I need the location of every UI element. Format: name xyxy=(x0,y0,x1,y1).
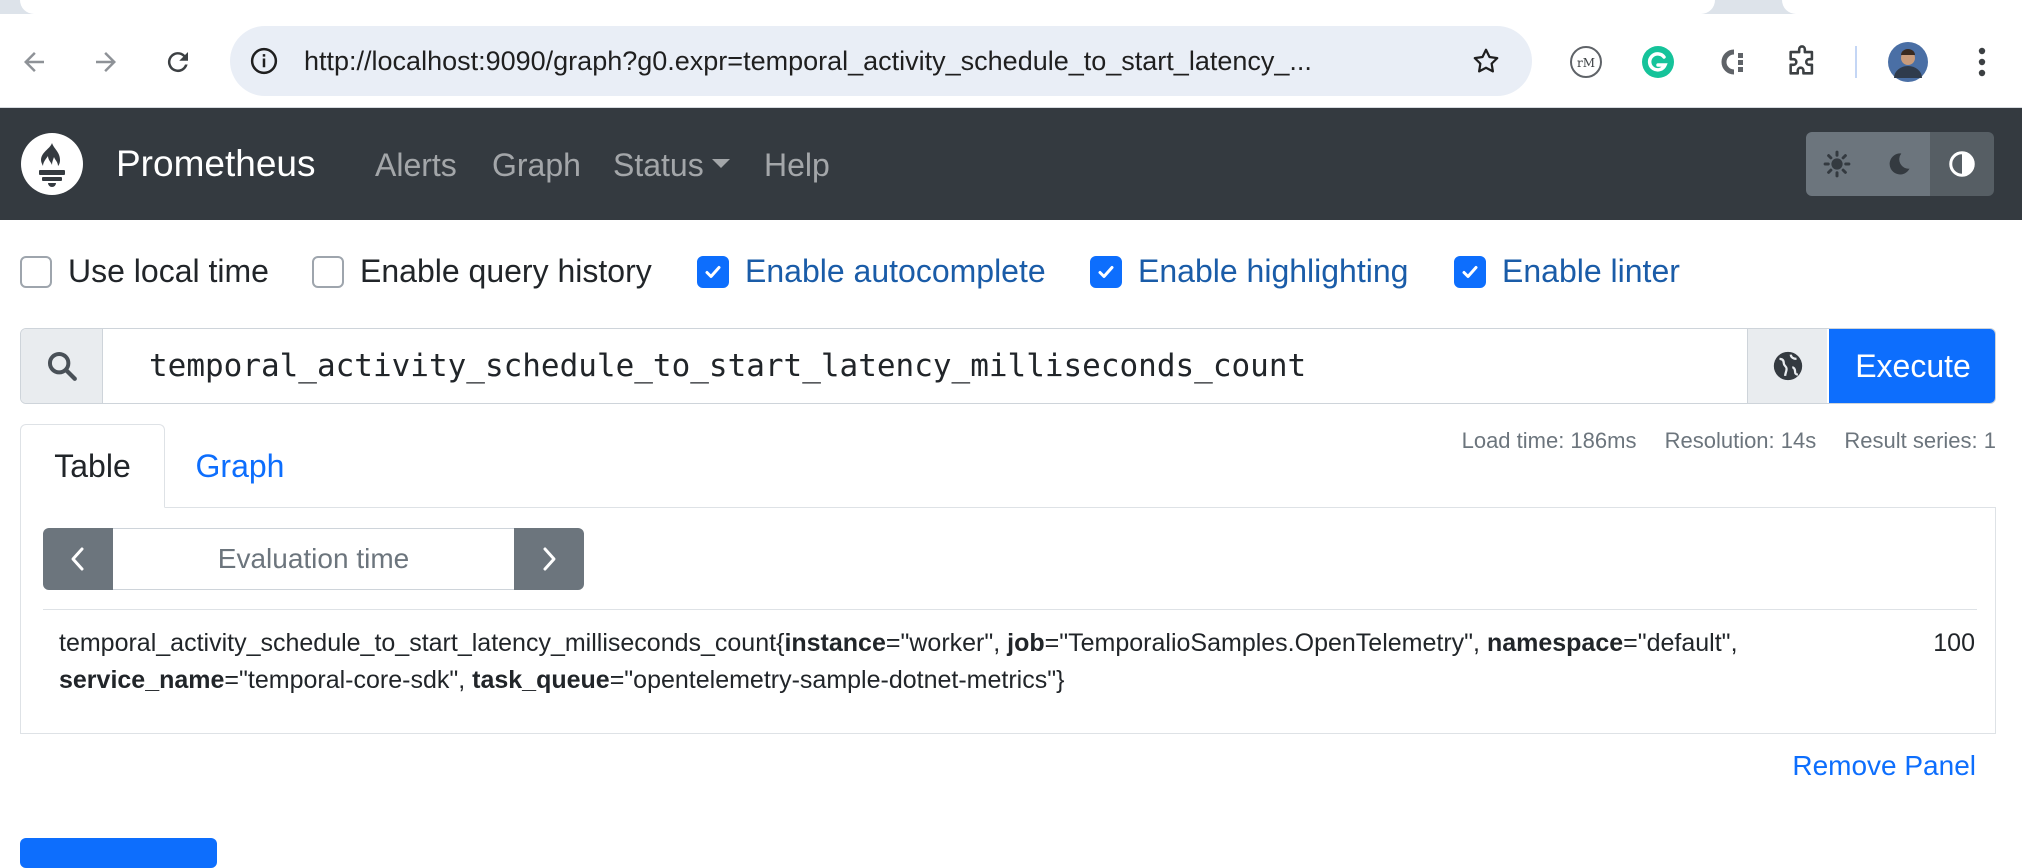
query-input-group: temporal_activity_schedule_to_start_late… xyxy=(20,328,1996,404)
chevron-left-icon[interactable] xyxy=(43,528,113,590)
resolution: Resolution: 14s xyxy=(1664,428,1817,453)
metric-name: temporal_activity_schedule_to_start_late… xyxy=(59,629,777,657)
nav-status-label: Status xyxy=(613,147,704,183)
remove-panel-link[interactable]: Remove Panel xyxy=(1792,750,1976,782)
caret-down-icon xyxy=(711,159,730,169)
search-icon xyxy=(21,329,103,403)
result-series-label: temporal_activity_schedule_to_start_late… xyxy=(59,629,1738,694)
label-key: job xyxy=(1007,629,1045,657)
label-value: "worker" xyxy=(900,629,994,657)
tab-table[interactable]: Table xyxy=(20,424,165,508)
readermode-extension-icon[interactable]: rM xyxy=(1566,42,1606,82)
query-stats: Load time: 186ms Resolution: 14s Result … xyxy=(1440,428,1996,454)
option-label: Enable autocomplete xyxy=(745,253,1046,289)
address-bar[interactable]: http://localhost:9090/graph?g0.expr=temp… xyxy=(230,26,1532,96)
extension-c-icon[interactable] xyxy=(1710,42,1750,82)
label-value: "temporal-core-sdk" xyxy=(239,666,459,694)
result-series: Result series: 1 xyxy=(1844,428,1996,453)
contrast-icon[interactable] xyxy=(1930,132,1994,196)
puzzle-extensions-icon[interactable] xyxy=(1782,42,1822,82)
load-time: Load time: 186ms xyxy=(1461,428,1637,453)
metrics-explorer-globe-icon[interactable] xyxy=(1747,329,1827,403)
svg-text:rM: rM xyxy=(1577,56,1595,70)
option-enable-query-history[interactable]: Enable query history xyxy=(312,253,652,290)
prometheus-navbar: Prometheus Alerts Graph Status Help xyxy=(0,108,2022,220)
table-panel: Evaluation time temporal_activity_schedu… xyxy=(20,507,1996,734)
grammarly-extension-icon[interactable] xyxy=(1638,42,1678,82)
label-key: namespace xyxy=(1486,629,1624,657)
label-key: instance xyxy=(784,629,886,657)
profile-avatar[interactable] xyxy=(1888,42,1928,82)
brand-title[interactable]: Prometheus xyxy=(116,143,316,185)
moon-icon[interactable] xyxy=(1868,132,1930,196)
checkbox-enable-highlighting[interactable] xyxy=(1090,255,1122,288)
evaluation-time-group: Evaluation time xyxy=(43,528,584,590)
result-divider xyxy=(43,609,1977,610)
expression-input[interactable]: temporal_activity_schedule_to_start_late… xyxy=(103,329,1767,403)
tab-graph[interactable]: Graph xyxy=(165,424,315,508)
option-enable-autocomplete[interactable]: Enable autocomplete xyxy=(697,253,1046,290)
option-enable-highlighting[interactable]: Enable highlighting xyxy=(1090,253,1408,290)
checkbox-use-local-time[interactable] xyxy=(20,255,52,288)
label-key: task_queue xyxy=(472,666,610,694)
result-value: 100 xyxy=(1933,629,1975,657)
info-icon[interactable] xyxy=(246,43,282,79)
option-label: Use local time xyxy=(68,253,269,289)
checkbox-enable-linter[interactable] xyxy=(1454,255,1486,288)
address-url[interactable]: http://localhost:9090/graph?g0.expr=temp… xyxy=(304,46,1312,77)
kebab-menu-icon[interactable] xyxy=(1962,42,2002,82)
sun-icon[interactable] xyxy=(1806,132,1868,196)
evaluation-time-input[interactable]: Evaluation time xyxy=(113,528,514,590)
option-use-local-time[interactable]: Use local time xyxy=(20,253,269,290)
chevron-right-icon[interactable] xyxy=(514,528,584,590)
back-icon[interactable] xyxy=(10,38,58,86)
nav-graph[interactable]: Graph xyxy=(492,147,581,184)
browser-tabstrip xyxy=(0,0,2022,14)
checkbox-enable-query-history[interactable] xyxy=(312,255,344,288)
label-value: "TemporalioSamples.OpenTelemetry" xyxy=(1059,629,1474,657)
execute-button[interactable]: Execute xyxy=(1829,329,1995,403)
nav-help[interactable]: Help xyxy=(764,147,830,184)
browser-toolbar: http://localhost:9090/graph?g0.expr=temp… xyxy=(0,14,2022,108)
star-icon[interactable] xyxy=(1468,43,1504,79)
nav-status[interactable]: Status xyxy=(613,147,730,184)
label-value: "opentelemetry-sample-dotnet-metrics" xyxy=(624,666,1057,694)
add-panel-button[interactable] xyxy=(20,838,217,868)
label-value: "default" xyxy=(1637,629,1731,657)
forward-icon[interactable] xyxy=(82,38,130,86)
option-enable-linter[interactable]: Enable linter xyxy=(1454,253,1680,290)
nav-alerts[interactable]: Alerts xyxy=(375,147,457,184)
option-label: Enable query history xyxy=(360,253,652,289)
label-key: service_name xyxy=(59,666,225,694)
option-label: Enable linter xyxy=(1502,253,1680,289)
toolbar-separator xyxy=(1855,46,1857,78)
reload-icon[interactable] xyxy=(154,38,202,86)
browser-tab[interactable] xyxy=(1782,0,2022,14)
prometheus-logo-icon[interactable] xyxy=(21,133,83,195)
checkbox-enable-autocomplete[interactable] xyxy=(697,255,729,288)
option-label: Enable highlighting xyxy=(1138,253,1409,289)
theme-toggle-group xyxy=(1806,132,1994,196)
active-browser-tab[interactable] xyxy=(20,0,1715,14)
